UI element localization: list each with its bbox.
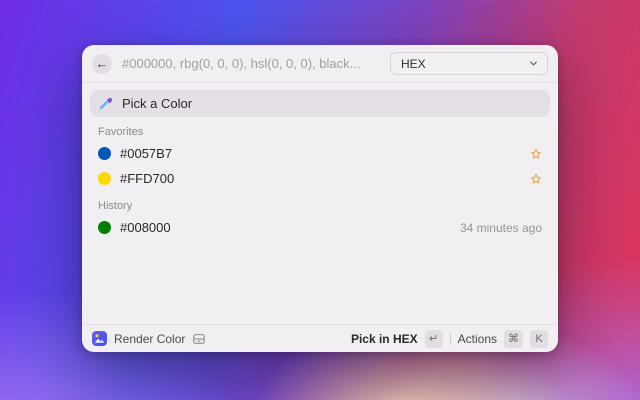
color-swatch <box>98 172 111 185</box>
format-dropdown-value: HEX <box>401 56 426 71</box>
return-key-icon: ↵ <box>424 329 443 348</box>
list-item-history-green[interactable]: #008000 34 minutes ago <box>90 215 550 240</box>
list-item-pick-a-color[interactable]: Pick a Color <box>90 90 550 117</box>
back-button[interactable]: ← <box>92 53 112 74</box>
format-dropdown[interactable]: HEX <box>390 52 548 75</box>
extension-icon <box>92 331 107 346</box>
star-icon[interactable] <box>530 173 542 185</box>
list-item-favorite-yellow[interactable]: #FFD700 <box>90 166 550 191</box>
list-item-favorite-blue[interactable]: #0057B7 <box>90 141 550 166</box>
primary-action-button[interactable]: Pick in HEX <box>351 332 418 346</box>
command-name: Render Color <box>114 331 186 346</box>
command-key-icon: ⌘ <box>504 329 523 348</box>
chevron-down-icon <box>528 58 539 69</box>
section-title-favorites: Favorites <box>98 126 144 138</box>
color-swatch <box>98 147 111 160</box>
list-item-label: #0057B7 <box>120 146 173 161</box>
list-item-label: #008000 <box>120 220 171 235</box>
k-key-icon: K <box>530 329 548 348</box>
back-arrow-icon: ← <box>95 56 109 71</box>
color-picker-window: ← #000000, rbg(0, 0, 0), hsl(0, 0, 0), b… <box>82 45 558 352</box>
timestamp: 34 minutes ago <box>459 220 542 235</box>
status-bar: Render Color Pick in HEX ↵ Actions ⌘ K <box>82 324 558 352</box>
search-header: ← #000000, rbg(0, 0, 0), hsl(0, 0, 0), b… <box>82 45 558 83</box>
eyedropper-icon <box>98 96 113 111</box>
list-item-label: Pick a Color <box>122 96 193 111</box>
section-title-history: History <box>98 200 133 212</box>
actions-menu-button[interactable]: Actions <box>458 332 497 346</box>
search-input[interactable]: #000000, rbg(0, 0, 0), hsl(0, 0, 0), bla… <box>122 56 380 71</box>
printer-icon <box>192 332 206 346</box>
footer-actions: Pick in HEX ↵ Actions ⌘ K <box>351 329 548 348</box>
desktop-wallpaper: { "window": { "header": { "back_icon": "… <box>0 0 640 400</box>
list-item-label: #FFD700 <box>120 171 175 186</box>
star-icon[interactable] <box>530 148 542 160</box>
footer-divider <box>449 332 451 345</box>
color-swatch <box>98 221 111 234</box>
results-list: Pick a Color Favorites #0057B7 #FFD700 H… <box>82 83 558 324</box>
